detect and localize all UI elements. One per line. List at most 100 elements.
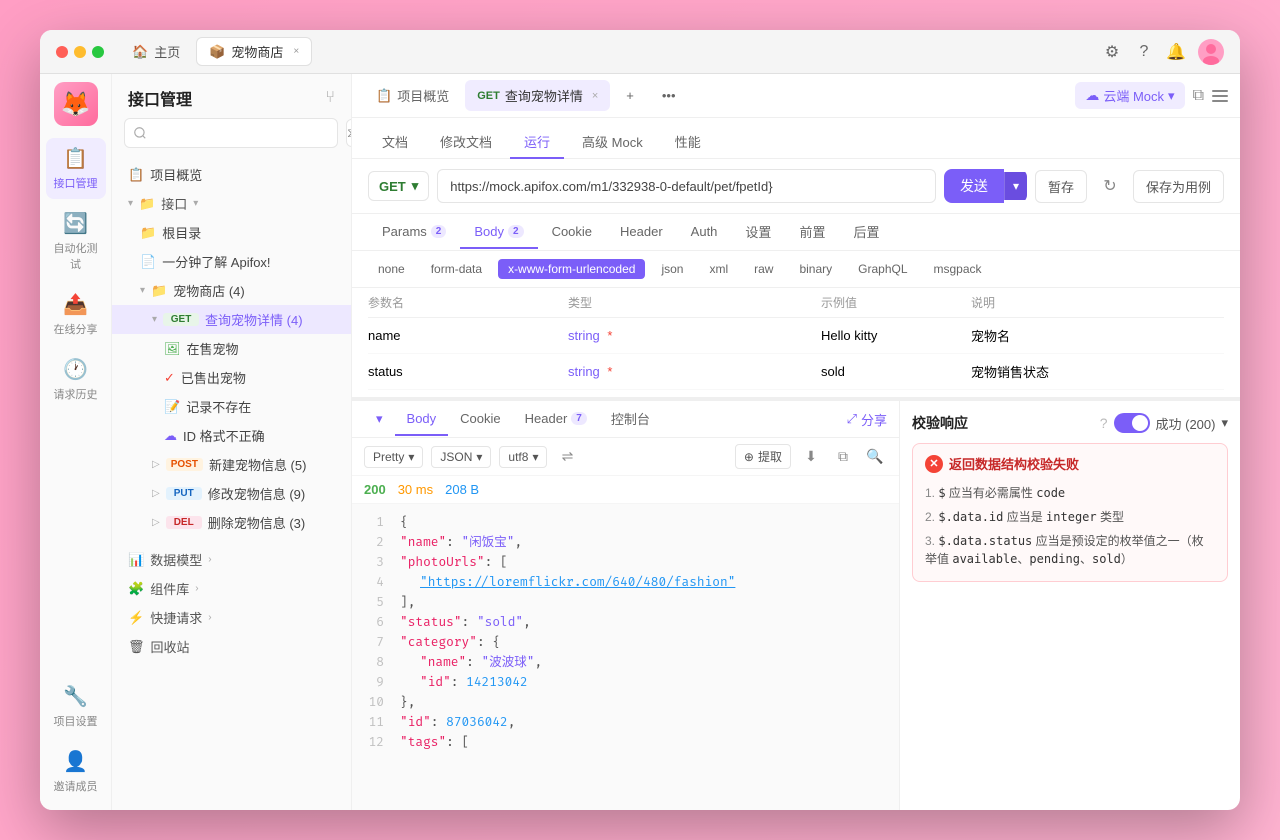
share-button[interactable]: ⤢ 分享 xyxy=(847,410,887,429)
branch-icon: ⑂ xyxy=(325,89,335,107)
search-input[interactable] xyxy=(124,118,338,148)
search-response-icon[interactable]: 🔍 xyxy=(863,445,887,469)
params-tab-body[interactable]: Body 2 xyxy=(460,216,537,249)
close-tab-icon[interactable]: × xyxy=(293,46,299,57)
help-icon[interactable]: ? xyxy=(1134,42,1154,62)
tree-item-pet-shop[interactable]: ▾ 📁 宠物商店 (4) xyxy=(112,276,351,305)
body-type-msgpack[interactable]: msgpack xyxy=(924,259,992,279)
refresh-button[interactable]: ↻ xyxy=(1095,171,1125,201)
save-as-case-button[interactable]: 保存为用例 xyxy=(1133,170,1224,203)
response-tab-body[interactable]: Body xyxy=(395,403,449,436)
overview-tab-label: 项目概览 xyxy=(397,86,449,105)
col-example: 示例值 xyxy=(821,294,971,311)
format-select[interactable]: Pretty ▾ xyxy=(364,446,423,468)
sidebar-item-project-settings[interactable]: 🔧 项目设置 xyxy=(46,676,106,737)
body-type-urlencoded[interactable]: x-www-form-urlencoded xyxy=(498,259,645,279)
split-view-icon[interactable]: ⧉ xyxy=(1193,87,1204,105)
tree-item-sold[interactable]: ✓ 已售出宠物 xyxy=(112,363,351,392)
params-tab-pre[interactable]: 前置 xyxy=(785,214,839,251)
mock-badge[interactable]: ☁ 云端 Mock ▾ xyxy=(1075,82,1184,109)
hamburger-menu[interactable] xyxy=(1212,90,1228,102)
params-tab-settings[interactable]: 设置 xyxy=(731,214,785,251)
response-tab-cookie[interactable]: Cookie xyxy=(448,403,512,436)
sub-tab-advanced-mock[interactable]: 高级 Mock xyxy=(568,126,657,159)
param-name-1: name xyxy=(368,328,568,343)
response-tab-console[interactable]: 控制台 xyxy=(599,401,662,438)
more-tabs-button[interactable]: ••• xyxy=(650,82,688,109)
save-draft-button[interactable]: 暂存 xyxy=(1035,170,1087,203)
doc-icon: 📄 xyxy=(140,254,156,270)
tree-item-bad-format[interactable]: ☁ ID 格式不正确 xyxy=(112,421,351,450)
avatar[interactable] xyxy=(1198,39,1224,65)
tree-section-recycle[interactable]: 🗑 回收站 xyxy=(112,632,351,661)
validation-error-box: ✕ 返回数据结构校验失败 $ 应当有必需属性 code $.data.id 应当… xyxy=(912,443,1228,582)
sidebar-item-invite[interactable]: 👤 邀请成员 xyxy=(46,741,106,802)
body-type-xml[interactable]: xml xyxy=(699,259,738,279)
tree-item-not-exist[interactable]: 📝 记录不存在 xyxy=(112,392,351,421)
tree-item-get-pet[interactable]: ▾ GET 查询宠物详情 (4) xyxy=(112,305,351,334)
response-tab-header[interactable]: Header 7 xyxy=(513,403,599,436)
tree-section-components[interactable]: 🧩 组件库 › xyxy=(112,574,351,603)
minimize-button[interactable] xyxy=(74,46,86,58)
tree-item-del-pet[interactable]: ▷ DEL 删除宠物信息 (3) xyxy=(112,508,351,537)
params-tab-post[interactable]: 后置 xyxy=(839,214,893,251)
share-label: 分享 xyxy=(861,410,887,429)
tree-item-root[interactable]: 📁 根目录 xyxy=(112,218,351,247)
sidebar-item-api-manager[interactable]: 📋 接口管理 xyxy=(46,138,106,199)
encoding-select[interactable]: utf8 ▾ xyxy=(499,446,547,468)
post-badge: POST xyxy=(166,458,203,471)
file-sidebar-toolbar: ⧖ + xyxy=(112,118,351,156)
tree-item-apifox-intro[interactable]: 📄 一分钟了解 Apifox! xyxy=(112,247,351,276)
params-tab-auth[interactable]: Auth xyxy=(677,216,732,249)
sub-tab-edit-docs[interactable]: 修改文档 xyxy=(426,126,506,159)
maximize-button[interactable] xyxy=(92,46,104,58)
add-tab-button[interactable]: + xyxy=(614,82,646,109)
params-tab-cookie[interactable]: Cookie xyxy=(538,216,606,249)
encoding-chevron-icon: ▾ xyxy=(532,450,538,464)
send-main-label[interactable]: 发送 xyxy=(944,169,1004,203)
sub-tab-perf[interactable]: 性能 xyxy=(661,126,715,159)
url-input[interactable] xyxy=(437,169,936,203)
error-header: ✕ 返回数据结构校验失败 xyxy=(925,454,1215,473)
params-tab-header[interactable]: Header xyxy=(606,216,677,249)
body-type-form-data[interactable]: form-data xyxy=(421,259,492,279)
method-select[interactable]: GET ▾ xyxy=(368,171,429,201)
sidebar-item-share[interactable]: 📤 在线分享 xyxy=(46,284,106,345)
tree-section-data-models[interactable]: 📊 数据模型 › xyxy=(112,545,351,574)
body-type-none[interactable]: none xyxy=(368,259,415,279)
sub-tab-run[interactable]: 运行 xyxy=(510,126,564,159)
copy-icon[interactable]: ⧉ xyxy=(831,445,855,469)
body-type-raw[interactable]: raw xyxy=(744,259,783,279)
send-dropdown-icon[interactable]: ▾ xyxy=(1004,172,1027,200)
toggle-switch[interactable] xyxy=(1114,413,1150,433)
share-label: 在线分享 xyxy=(54,321,98,337)
sub-tab-docs[interactable]: 文档 xyxy=(368,126,422,159)
tree-section-quick-req[interactable]: ⚡ 快捷请求 › xyxy=(112,603,351,632)
tree-item-put-pet[interactable]: ▷ PUT 修改宠物信息 (9) xyxy=(112,479,351,508)
download-icon[interactable]: ⬇ xyxy=(799,445,823,469)
body-type-binary[interactable]: binary xyxy=(789,259,842,279)
body-type-graphql[interactable]: GraphQL xyxy=(848,259,917,279)
tree-item-post-pet[interactable]: ▷ POST 新建宠物信息 (5) xyxy=(112,450,351,479)
response-collapse-icon[interactable]: ▾ xyxy=(364,403,395,437)
body-type-json[interactable]: json xyxy=(651,259,693,279)
tree-item-overview[interactable]: 📋 项目概览 xyxy=(112,160,351,189)
params-tab-params[interactable]: Params 2 xyxy=(368,216,460,249)
tab-close-icon[interactable]: × xyxy=(592,90,598,102)
wrap-icon[interactable]: ⇌ xyxy=(555,445,579,469)
tree-item-in-stock[interactable]: 🖼 在售宠物 xyxy=(112,334,351,363)
close-button[interactable] xyxy=(56,46,68,58)
extract-button[interactable]: ⊕ 提取 xyxy=(735,444,791,469)
pet-shop-tab[interactable]: 📦 宠物商店 × xyxy=(196,37,312,66)
home-tab[interactable]: 🏠 主页 xyxy=(120,38,192,65)
bell-icon[interactable]: 🔔 xyxy=(1166,42,1186,62)
type-select[interactable]: JSON ▾ xyxy=(431,446,491,468)
send-button[interactable]: 发送 ▾ xyxy=(944,169,1027,203)
tab-get-pet[interactable]: GET 查询宠物详情 × xyxy=(465,80,610,111)
sidebar-item-history[interactable]: 🕐 请求历史 xyxy=(46,349,106,410)
error-item-3: $.data.status 应当是预设定的枚举值之一（枚举值 available… xyxy=(925,529,1215,571)
settings-icon[interactable]: ⚙ xyxy=(1102,42,1122,62)
tab-overview[interactable]: 📋 项目概览 xyxy=(364,80,461,111)
sidebar-item-automation[interactable]: 🔄 自动化测试 xyxy=(46,203,106,280)
tree-section-api[interactable]: ▾ 📁 接口 ▾ xyxy=(112,189,351,218)
